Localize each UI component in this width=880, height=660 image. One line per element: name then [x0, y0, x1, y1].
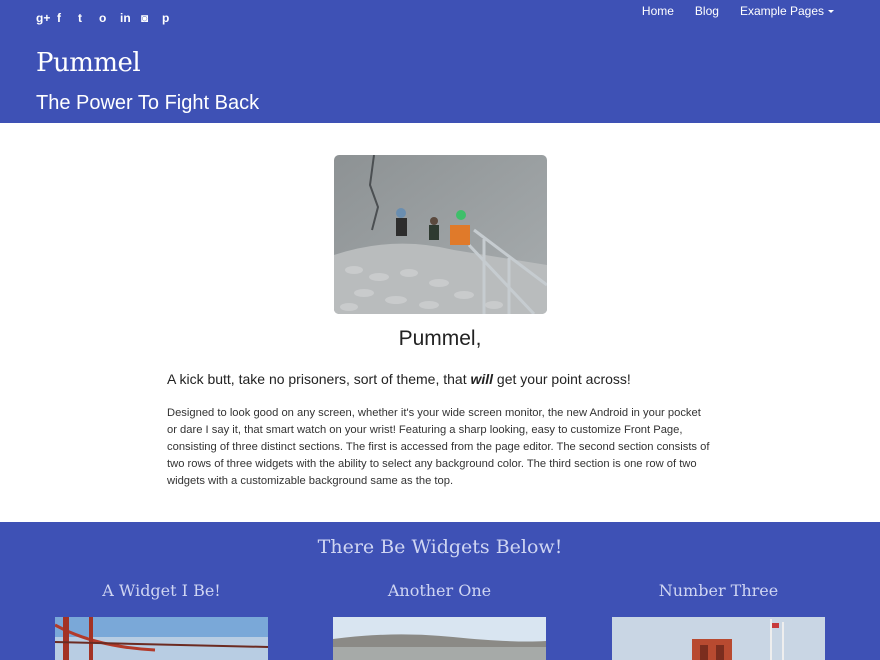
site-header: g+ f t o in ◙ p Home Blog Example Pages …: [0, 0, 880, 123]
widget-title-3: Number Three: [658, 581, 779, 600]
facebook-icon[interactable]: f: [57, 10, 78, 26]
widgets-section: There Be Widgets Below! A Widget I Be! A…: [0, 522, 880, 660]
hero-lead: A kick butt, take no prisoners, sort of …: [167, 371, 631, 387]
site-title[interactable]: Pummel: [36, 48, 141, 78]
hero-body-text: Designed to look good on any screen, whe…: [167, 407, 710, 487]
lead-text-start: A kick butt, take no prisoners, sort of …: [167, 371, 471, 387]
widgets-title: There Be Widgets Below!: [317, 536, 563, 558]
nav-example-pages-label: Example Pages: [739, 4, 824, 18]
instagram-icon[interactable]: ◙: [141, 10, 162, 26]
github-icon[interactable]: o: [99, 10, 120, 26]
widget-title-2: Another One: [387, 581, 492, 600]
pinterest-icon[interactable]: p: [162, 10, 183, 26]
lead-text-end: get your point across!: [493, 371, 631, 387]
main-nav: Home Blog Example Pages: [621, 4, 834, 18]
nav-blog-link[interactable]: Blog: [695, 4, 719, 18]
caret-down-icon: [828, 10, 834, 14]
widget-image-3: [612, 617, 825, 660]
google-plus-icon[interactable]: g+: [36, 10, 57, 26]
nav-home-link[interactable]: Home: [642, 4, 674, 18]
widget-image-2: [333, 617, 546, 660]
lead-emphasis: will: [470, 371, 494, 387]
hero-image: [334, 155, 547, 314]
nav-example-pages-dropdown[interactable]: Example Pages: [740, 4, 834, 18]
widget-image-1: [55, 617, 268, 660]
linkedin-icon[interactable]: in: [120, 10, 141, 26]
hero-title: Pummel,: [398, 327, 482, 350]
site-tagline: The Power To Fight Back: [36, 92, 260, 114]
widget-title-1: A Widget I Be!: [102, 581, 221, 600]
social-links: g+ f t o in ◙ p: [36, 10, 183, 26]
twitter-icon[interactable]: t: [78, 10, 99, 26]
